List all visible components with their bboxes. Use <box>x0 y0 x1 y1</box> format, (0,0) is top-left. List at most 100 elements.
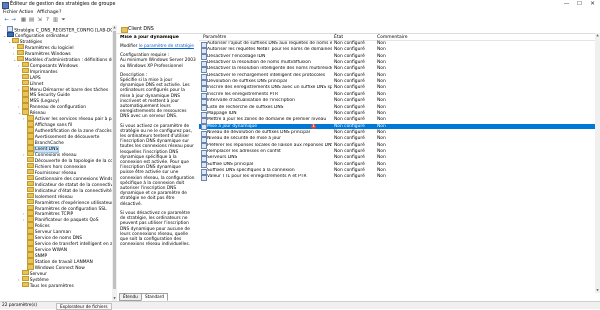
list-scroll-up-icon[interactable]: ▲ <box>595 33 600 38</box>
maximize-button[interactable]: ☐ <box>573 0 586 9</box>
menu-affichage[interactable]: Affichage <box>37 10 59 15</box>
close-button[interactable]: ✕ <box>586 0 599 9</box>
tree-item[interactable]: Serveur <box>18 270 47 275</box>
tree-item[interactable]: ›Système <box>18 276 49 281</box>
setting-row[interactable]: Autoriser les requêtes NetBT pour les no… <box>199 47 595 53</box>
setting-row[interactable]: Suffixe DNS principalNon configuréNon <box>199 162 595 168</box>
tree-item[interactable]: ›Planificateur de paquets QoS <box>23 216 99 221</box>
filter-icon[interactable]: ⏷ <box>60 17 67 24</box>
tab-etendu[interactable]: Étendu <box>119 293 142 301</box>
setting-row[interactable]: Niveau de sécurité de mise à jourNon con… <box>199 136 595 142</box>
setting-row[interactable]: Mappage IDNNon configuréNon <box>199 111 595 117</box>
help-icon[interactable]: ? <box>44 17 51 24</box>
tree-item[interactable]: Paramètres d'expérience utilisateur de p… <box>23 199 117 204</box>
tree-item[interactable]: ⌄Modèles d'administration : définitions … <box>13 56 117 61</box>
setting-row[interactable]: Désactiver le rechargement intelligent d… <box>199 73 595 79</box>
setting-row[interactable]: Mise à jour dynamique1Non configuréNon <box>199 124 595 130</box>
back-arrow-icon[interactable]: ← <box>3 17 10 24</box>
setting-row[interactable]: Mettre à jour les zones de domaine de pr… <box>199 117 595 123</box>
tree-item[interactable]: Isolement réseau <box>23 193 73 198</box>
tree-item[interactable]: ⌄Réseau <box>18 109 46 114</box>
setting-row[interactable]: Liste de recherche de suffixes DNSNon co… <box>199 105 595 111</box>
folder-icon <box>27 258 34 264</box>
tree-item[interactable]: LAPS <box>18 74 41 79</box>
tree-item[interactable]: Stratégie C_DNS_REGISTER_CONFIG [LAB-DC1… <box>3 26 117 31</box>
tree-item[interactable]: ›Paramètres du logiciel <box>13 44 74 49</box>
folder-icon <box>27 240 34 246</box>
content-title: Client DNS <box>128 27 154 32</box>
setting-row[interactable]: Désactiver la résolution de noms multidi… <box>199 60 595 66</box>
tree-item[interactable]: Station de travail LANMAN <box>23 258 93 263</box>
tree-item[interactable]: BranchCache <box>23 139 64 144</box>
column-header-state[interactable]: État <box>334 35 343 40</box>
tree-item[interactable]: Découverte de la topologie de la couche <box>23 157 117 162</box>
tree-item[interactable]: Service de noms DNS <box>23 234 82 239</box>
list-scroll-down-icon[interactable]: ▼ <box>595 288 600 293</box>
tree-item[interactable]: Paramètres de configuration SSL <box>23 205 107 210</box>
modify-policy-link[interactable]: le paramètre de stratégie <box>139 44 194 49</box>
setting-row[interactable]: Autoriser l'ajout de suffixes DNS aux re… <box>199 41 595 47</box>
tree-item[interactable]: MS Security Guide <box>18 91 70 96</box>
tree-item[interactable]: Gestionnaire des connexions Windows <box>23 175 117 180</box>
tree-item[interactable]: ›Connexions réseau <box>23 151 76 156</box>
setting-row[interactable]: Inscrire des enregistrements DNS avec un… <box>199 85 595 91</box>
setting-state: Non configuré <box>334 117 365 123</box>
tree-item[interactable]: Indicateur d'état de la connectivité rés… <box>23 187 117 192</box>
tree-item[interactable]: ⌄Stratégies <box>8 38 42 43</box>
tree-item[interactable]: MSS (Legacy) <box>18 97 59 102</box>
tree-item[interactable]: Serveur Lanman <box>23 228 71 233</box>
tree-item[interactable]: Polices <box>23 222 50 227</box>
setting-state: Non configuré <box>334 149 365 155</box>
menu-help[interactable]: ? <box>59 10 61 15</box>
tree-item[interactable]: Fichiers hors connexion <box>23 163 86 168</box>
tree-item[interactable]: Authentification de la zone d'accès sans… <box>23 127 117 132</box>
status-taskbar-item[interactable]: Explorateur de fichiers <box>56 303 112 310</box>
tree-item[interactable]: Lihnet <box>18 80 43 85</box>
tree-item[interactable]: ›Panneau de configuration <box>18 103 86 108</box>
setting-row[interactable]: Niveau de dévolution de suffixes DNS pri… <box>199 130 595 136</box>
setting-row[interactable]: Intervalle d'actualisation de l'inscript… <box>199 98 595 104</box>
tree-item[interactable]: Fournisseur réseau <box>23 169 76 174</box>
tree-item[interactable]: SNMP <box>23 252 47 257</box>
setting-row[interactable]: Préférer les réponses locales de liaison… <box>199 143 595 149</box>
tree-item[interactable]: Imprimantes <box>18 68 58 73</box>
export-list-icon[interactable]: ⇲ <box>36 17 43 24</box>
list-scrollbar[interactable]: ▲ ▼ <box>595 33 600 293</box>
tree-item[interactable]: ›Paramètres TCPIP <box>23 210 73 215</box>
column-header-comment[interactable]: Commentaire <box>377 35 408 40</box>
properties-icon[interactable]: ▤ <box>28 17 35 24</box>
tree-item[interactable]: ›Paramètres Windows <box>13 50 71 55</box>
menu-action[interactable]: Action <box>19 10 33 15</box>
column-header-setting[interactable]: Paramètre <box>203 35 226 40</box>
setting-row[interactable]: Désactiver la résolution intelligente de… <box>199 66 595 72</box>
tree-item[interactable]: ›Activer les services réseau pair à pair <box>23 115 117 120</box>
setting-row[interactable]: Suffixes DNS spécifiques à la connexionN… <box>199 168 595 174</box>
forward-arrow-icon[interactable]: → <box>10 17 17 24</box>
scroll-thumb[interactable] <box>113 31 116 289</box>
tree-item[interactable]: Affichage sans fil <box>23 121 72 126</box>
tree-item[interactable]: Client DNS <box>23 145 58 150</box>
setting-row[interactable]: Serveurs DNSNon configuréNon <box>199 155 595 161</box>
tree-item[interactable]: Windows Connect Now <box>23 264 85 269</box>
tree-item[interactable]: ›Composants Windows <box>18 62 78 67</box>
tree-item[interactable]: Indicateur de statut de la connectivité … <box>23 181 117 186</box>
setting-row[interactable]: Valeur TTL pour les enregistrements A et… <box>199 174 595 180</box>
tree-item[interactable]: Avertissement de découverte <box>23 133 99 138</box>
setting-row[interactable]: Remplacer les adresses en conflitNon con… <box>199 149 595 155</box>
folder-icon <box>27 187 34 193</box>
tree-item[interactable]: Service de transfert intelligent en arri… <box>23 240 117 245</box>
tree-item[interactable]: ⌄Configuration ordinateur <box>3 32 69 37</box>
folder-icon <box>22 91 29 97</box>
setting-row[interactable]: Désactiver l'encodage IDNNon configuréNo… <box>199 54 595 60</box>
tab-standard[interactable]: Standard <box>141 293 168 301</box>
menu-fichier[interactable]: Fichier <box>3 10 18 15</box>
tree-scrollbar[interactable]: ▲ ▼ <box>112 25 117 301</box>
tree-item[interactable]: Service WWAN <box>23 246 67 251</box>
setting-row[interactable]: Inscrire les enregistrements PTRNon conf… <box>199 92 595 98</box>
minimize-button[interactable]: — <box>560 0 573 9</box>
setting-row[interactable]: Dévolution de suffixes DNS principalNon … <box>199 79 595 85</box>
view-icon[interactable]: ▥ <box>52 17 59 24</box>
show-hide-tree-icon[interactable]: ▦ <box>20 17 27 24</box>
tree-item[interactable]: Tous les paramètres <box>18 282 74 287</box>
tree-item[interactable]: ›Menu Démarrer et barre des tâches <box>18 86 108 91</box>
